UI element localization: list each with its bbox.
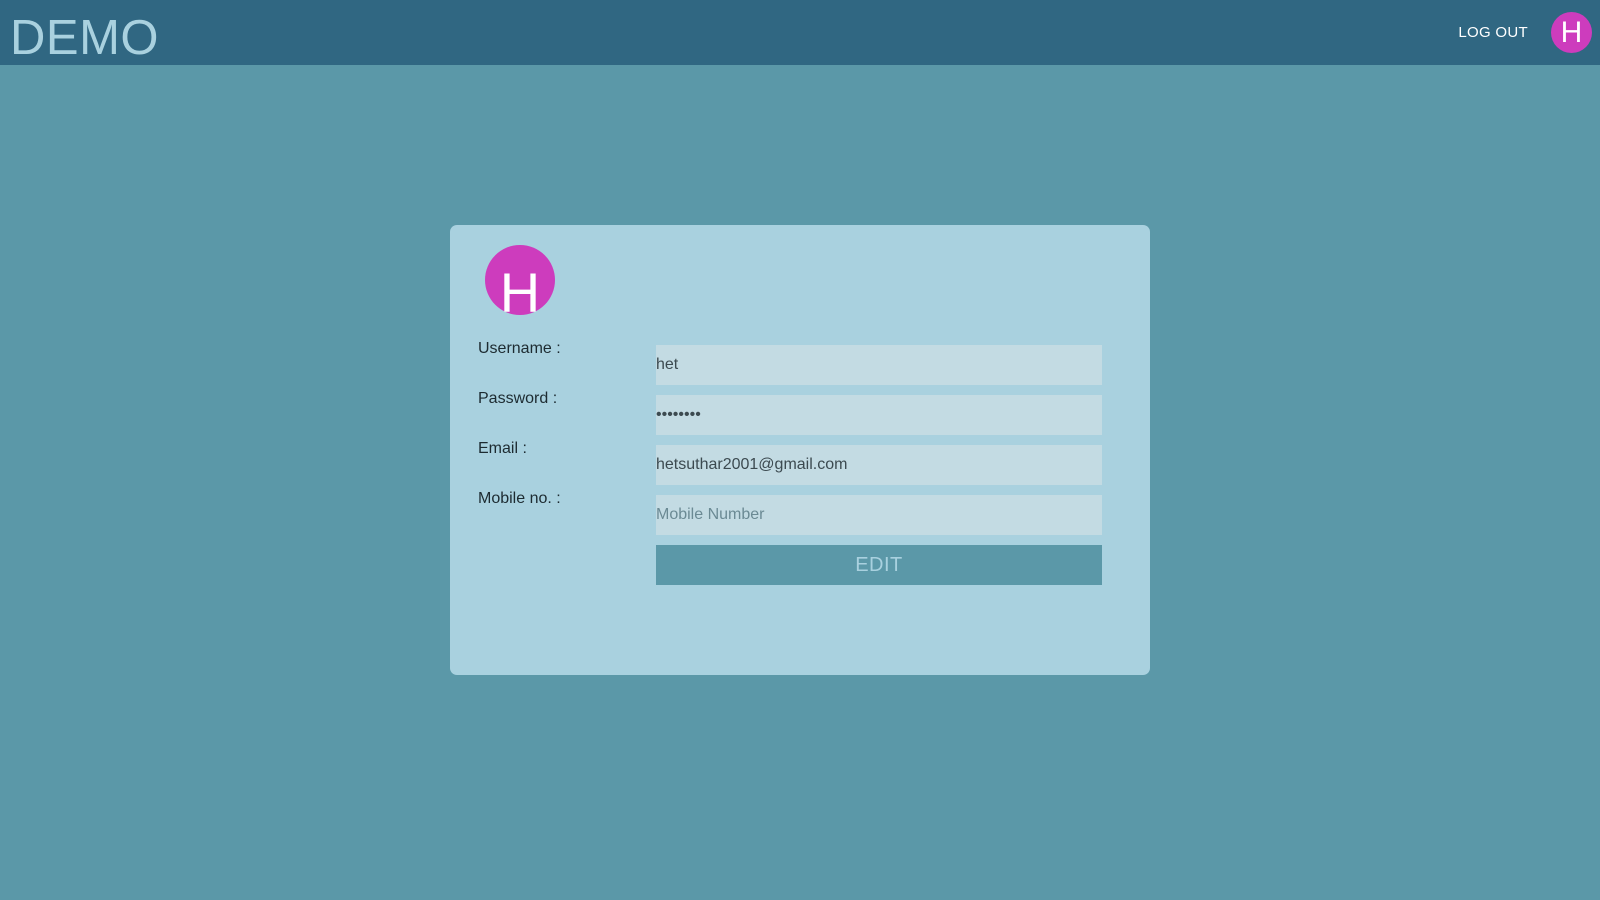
- mobile-label: Mobile no. :: [478, 490, 561, 507]
- profile-avatar: H: [485, 245, 555, 321]
- top-navbar: DEMO LOG OUT H: [0, 0, 1600, 65]
- username-input[interactable]: [656, 345, 1102, 385]
- brand-logo[interactable]: DEMO: [10, 14, 159, 63]
- profile-avatar-initial: H: [499, 261, 541, 324]
- edit-button[interactable]: EDIT: [656, 545, 1102, 585]
- email-label: Email :: [478, 440, 527, 457]
- user-avatar[interactable]: H: [1551, 12, 1592, 53]
- email-input[interactable]: [656, 445, 1102, 485]
- logout-button[interactable]: LOG OUT: [1458, 24, 1528, 41]
- profile-card: H Username : Password : Email : Mobile n…: [450, 225, 1150, 675]
- username-label: Username :: [478, 340, 561, 357]
- password-label: Password :: [478, 390, 558, 407]
- password-input[interactable]: [656, 395, 1102, 435]
- mobile-input[interactable]: [656, 495, 1102, 535]
